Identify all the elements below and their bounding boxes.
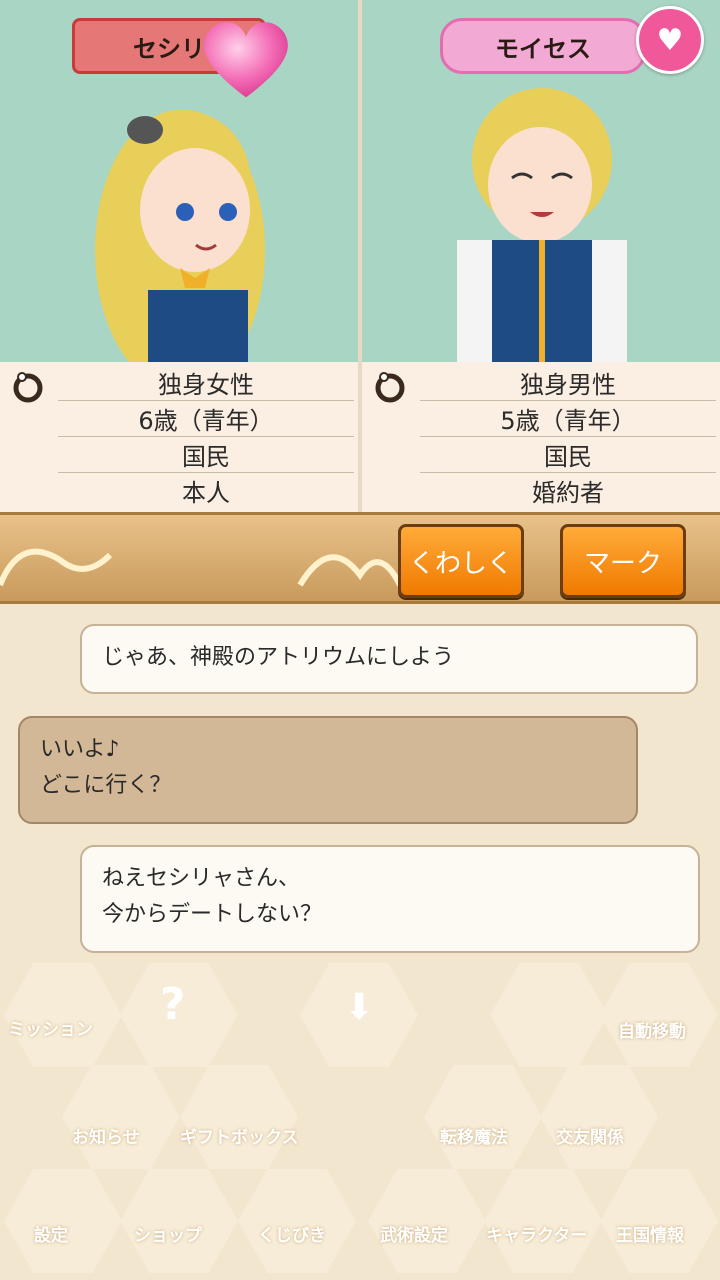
chat-text-2-line-1: いいよ♪ (40, 737, 120, 762)
arrow-down-icon: ⬇ (344, 987, 375, 1028)
chat-bubble-2: いいよ♪ どこに行く？ (18, 716, 638, 824)
ring-icon (375, 372, 405, 403)
menu-label-auto-move: 自動移動 (618, 1022, 686, 1042)
emote-button[interactable] (490, 963, 608, 1067)
details-button[interactable]: くわしく (398, 524, 524, 598)
menu-label-lottery: くじびき (258, 1226, 326, 1246)
character-name-left: セシリ (133, 34, 205, 63)
news-button[interactable] (62, 1065, 180, 1169)
info-relation-right: 婚約者 (532, 478, 604, 507)
info-class-left: 国民 (58, 436, 354, 473)
hex-menu: ミッション ? ⬇ 自動移動 お知らせ ギフトボックス 転移魔法 交友関係 設定… (0, 955, 720, 1280)
profile-info-right: 独身男性 5歳（青年） 国民 婚約者 (362, 362, 720, 512)
info-age-right: 5歳（青年） (420, 400, 716, 437)
menu-label-news: お知らせ (72, 1128, 140, 1148)
heart-icon: ♥ (656, 22, 684, 58)
ring-icon (13, 372, 43, 403)
menu-label-gift-box: ギフトボックス (180, 1128, 299, 1148)
info-relation-left: 本人 (182, 478, 230, 507)
profile-info-left: 独身女性 6歳（青年） 国民 本人 (0, 362, 358, 512)
chat-text-1: じゃあ、神殿のアトリウムにしよう (102, 645, 455, 670)
chat-text-3-line-2: 今からデートしない？ (102, 902, 323, 927)
friends-button[interactable] (540, 1065, 658, 1169)
chat-bubble-3: ねえセシリャさん、 今からデートしない？ (80, 845, 700, 953)
menu-label-shop: ショップ (134, 1226, 202, 1246)
menu-label-teleport: 転移魔法 (440, 1128, 508, 1148)
character-name-right: モイセス (495, 34, 591, 63)
info-class-right: 国民 (420, 436, 716, 473)
menu-label-mission: ミッション (8, 1020, 93, 1040)
character-name-plate-right: モイセス (440, 18, 646, 74)
auto-move-button[interactable] (600, 963, 718, 1067)
gift-box-button[interactable] (180, 1065, 298, 1169)
menu-label-friends: 交友関係 (556, 1128, 624, 1148)
menu-label-character: キャラクター (486, 1226, 588, 1246)
mark-button[interactable]: マーク (560, 524, 686, 598)
menu-label-martial-settings: 武術設定 (380, 1226, 448, 1246)
menu-label-settings: 設定 (34, 1226, 68, 1246)
info-status-left: 独身女性 (58, 364, 354, 401)
info-age-left: 6歳（青年） (58, 400, 354, 437)
menu-label-kingdom-info: 王国情報 (616, 1226, 684, 1246)
favorite-heart-button[interactable]: ♥ (636, 6, 704, 74)
help-icon: ? (160, 979, 186, 1030)
chat-text-2-line-2: どこに行く？ (40, 773, 172, 798)
heart-icon (204, 22, 288, 98)
info-status-right: 独身男性 (420, 364, 716, 401)
chat-text-3-line-1: ねえセシリャさん、 (102, 866, 301, 891)
teleport-button[interactable] (424, 1065, 542, 1169)
chat-bubble-1: じゃあ、神殿のアトリウムにしよう (80, 624, 698, 694)
